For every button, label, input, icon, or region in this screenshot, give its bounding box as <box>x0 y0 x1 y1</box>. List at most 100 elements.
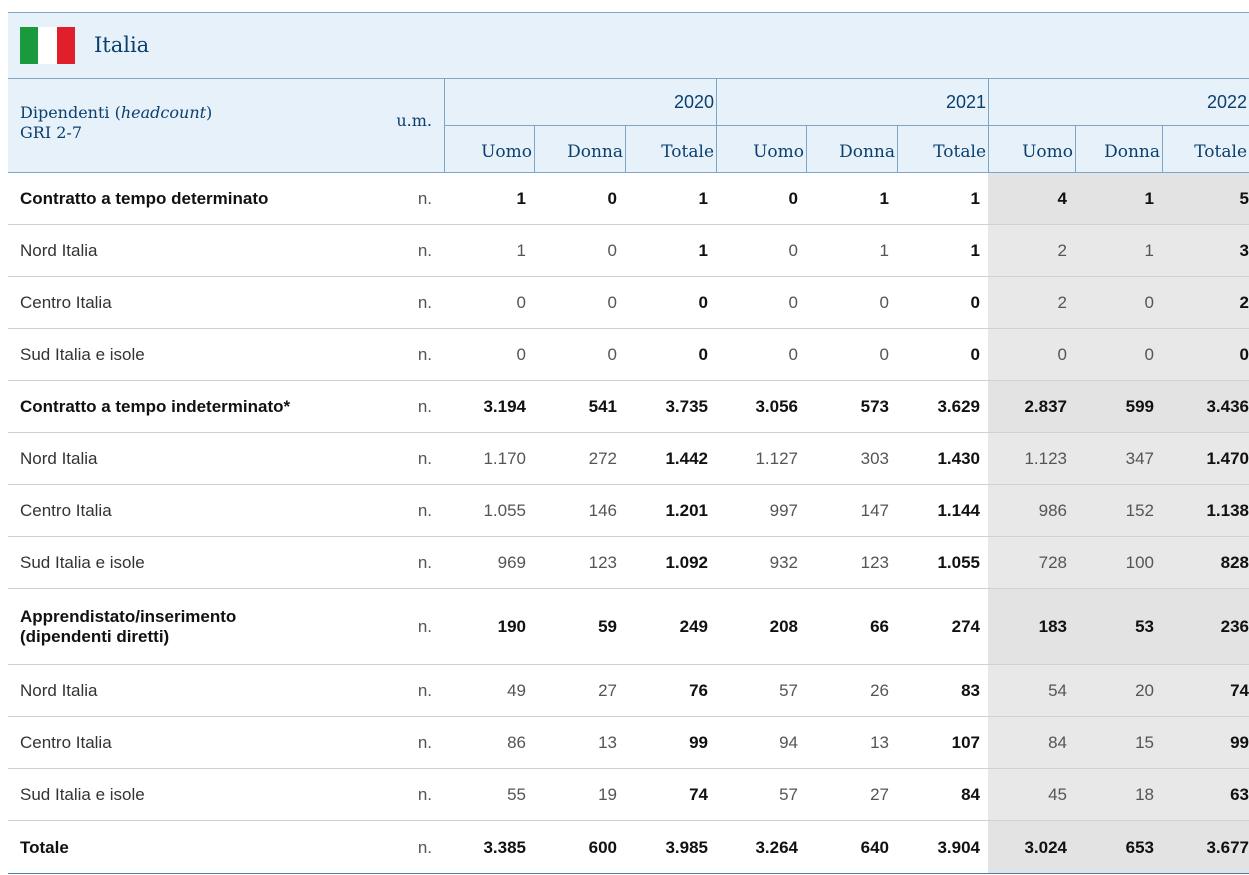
table-cell: 347 <box>1125 449 1154 468</box>
table-cell: 99 <box>1230 733 1249 752</box>
table-cell: 0 <box>1057 345 1067 364</box>
table-cell: 3 <box>1239 241 1249 260</box>
row-um: n. <box>417 345 432 364</box>
table-cell: 123 <box>588 553 617 572</box>
table-cell: 2 <box>1057 241 1067 260</box>
table-row: Centro Italia n. 0 0 0 0 0 0 2 0 2 <box>8 277 1249 329</box>
row-label: Centro Italia <box>20 293 112 312</box>
table-cell: 272 <box>588 449 617 468</box>
table-cell: 1 <box>879 241 889 260</box>
table-cell: 249 <box>679 617 708 636</box>
row-label: Apprendistato/inserimento (dipendenti dir… <box>20 607 237 646</box>
table-cell: 94 <box>779 733 798 752</box>
table-cell: 66 <box>870 617 889 636</box>
row-um: n. <box>417 397 432 416</box>
table-cell: 19 <box>598 785 617 804</box>
table-cell: 0 <box>1144 293 1154 312</box>
table-cell: 3.264 <box>755 837 798 857</box>
sub-uomo: Uomo <box>444 126 534 173</box>
row-label: Nord Italia <box>20 449 98 468</box>
row-um: n. <box>417 733 432 752</box>
table-row: Totale n. 3.385 600 3.985 3.264 640 3.904 3.024 6… <box>8 821 1249 874</box>
table-cell: 1.201 <box>665 501 708 520</box>
table-cell: 932 <box>769 553 798 572</box>
table-cell: 1.442 <box>665 449 708 468</box>
table-cell: 3.677 <box>1206 837 1249 857</box>
row-label: Contratto a tempo indeterminato* <box>20 397 291 416</box>
table-cell: 20 <box>1135 681 1154 700</box>
table-cell: 84 <box>961 785 980 804</box>
table-cell: 190 <box>497 617 526 636</box>
table-cell: 236 <box>1220 617 1249 636</box>
table-cell: 2 <box>1057 293 1067 312</box>
table-cell: 3.985 <box>665 837 708 857</box>
table-cell: 3.024 <box>1024 837 1067 857</box>
table-cell: 1.170 <box>483 449 526 468</box>
table-cell: 3.194 <box>483 397 526 416</box>
table-cell: 0 <box>1239 345 1249 364</box>
table-cell: 84 <box>1048 733 1067 752</box>
table-row: Centro Italia n. 1.055 146 1.201 997 147 1.144 9… <box>8 485 1249 537</box>
table-cell: 0 <box>879 345 889 364</box>
table-cell: 208 <box>769 617 798 636</box>
sub-uomo: Uomo <box>716 126 806 173</box>
table-cell: 146 <box>588 501 617 520</box>
row-um: n. <box>417 681 432 700</box>
table-header: Dipendenti (headcount) GRI 2-7 u.m. 2020… <box>8 78 1249 173</box>
sub-totale: Totale <box>897 126 988 173</box>
year-2022: 2022 <box>988 79 1249 125</box>
table-cell: 0 <box>607 293 617 312</box>
table-cell: 15 <box>1135 733 1154 752</box>
table-cell: 1 <box>970 189 980 208</box>
table-cell: 3.735 <box>665 397 708 416</box>
table-cell: 0 <box>879 293 889 312</box>
table-cell: 0 <box>788 189 798 208</box>
table-cell: 0 <box>516 293 526 312</box>
table-cell: 3.385 <box>483 837 526 857</box>
table-cell: 0 <box>970 345 980 364</box>
sub-totale: Totale <box>625 126 716 173</box>
table-cell: 1 <box>698 241 708 260</box>
table-cell: 0 <box>516 345 526 364</box>
table-cell: 3.904 <box>937 837 980 857</box>
row-label: Centro Italia <box>20 733 112 752</box>
row-label: Nord Italia <box>20 681 98 700</box>
row-label: Totale <box>20 837 69 857</box>
table-cell: 728 <box>1038 553 1067 572</box>
row-um: n. <box>417 617 432 636</box>
table-cell: 5 <box>1239 189 1249 208</box>
table-cell: 0 <box>788 345 798 364</box>
row-um: n. <box>417 449 432 468</box>
table-cell: 1 <box>1144 241 1154 260</box>
table-cell: 303 <box>860 449 889 468</box>
table-cell: 1 <box>1144 189 1154 208</box>
table-cell: 599 <box>1125 397 1154 416</box>
table-cell: 57 <box>779 785 798 804</box>
sub-totale: Totale <box>1162 126 1249 173</box>
table-cell: 107 <box>951 733 980 752</box>
table-cell: 1 <box>698 189 708 208</box>
table-cell: 653 <box>1125 837 1154 857</box>
table-title-bar: Italia <box>8 12 1249 78</box>
table-row: Nord Italia n. 49 27 76 57 26 83 54 20 74 <box>8 665 1249 717</box>
table-row: Sud Italia e isole n. 0 0 0 0 0 0 0 0 0 <box>8 329 1249 381</box>
table-cell: 86 <box>507 733 526 752</box>
table-cell: 55 <box>507 785 526 804</box>
table-title: Italia <box>94 33 150 57</box>
table-cell: 49 <box>507 681 526 700</box>
year-2020: 2020 <box>444 79 716 125</box>
table-cell: 53 <box>1135 617 1154 636</box>
data-table: Italia Dipendenti (headcount) GRI 2-7 u.… <box>8 12 1249 874</box>
table-cell: 997 <box>769 501 798 520</box>
table-row: Contratto a tempo determinato n. 1 0 1 0 1 1 4 1 5 <box>8 173 1249 225</box>
header-um: u.m. <box>396 111 432 130</box>
table-cell: 57 <box>779 681 798 700</box>
table-cell: 1 <box>970 241 980 260</box>
table-cell: 13 <box>870 733 889 752</box>
table-cell: 27 <box>870 785 889 804</box>
table-cell: 986 <box>1038 501 1067 520</box>
table-cell: 3.629 <box>937 397 980 416</box>
year-2021: 2021 <box>716 79 988 125</box>
table-cell: 0 <box>698 293 708 312</box>
table-cell: 45 <box>1048 785 1067 804</box>
